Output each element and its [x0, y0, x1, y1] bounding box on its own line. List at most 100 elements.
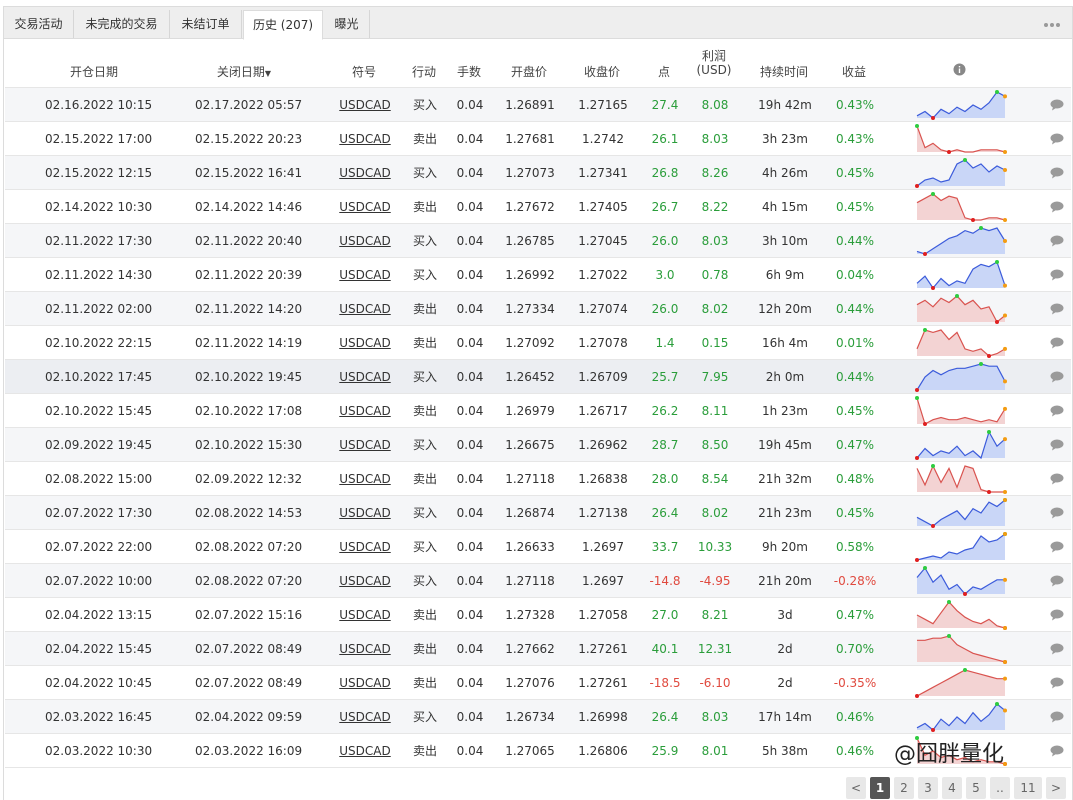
next-page-button[interactable]: > [1046, 777, 1066, 799]
comment-icon[interactable] [1050, 337, 1064, 349]
col-open-date[interactable]: 开仓日期 [44, 63, 144, 80]
col-gain[interactable]: 收益 [829, 63, 879, 80]
symbol-link[interactable]: USDCAD [335, 564, 395, 598]
col-lots[interactable]: 手数 [449, 63, 489, 80]
symbol-link[interactable]: USDCAD [335, 734, 395, 768]
trade-row[interactable]: 02.04.2022 13:15 02.07.2022 15:16 USDCAD 卖出… [5, 598, 1071, 632]
comment-icon[interactable] [1050, 711, 1064, 723]
trade-row[interactable]: 02.08.2022 15:00 02.09.2022 12:32 USDCAD 卖出… [5, 462, 1071, 496]
comment-icon[interactable] [1050, 371, 1064, 383]
page-11-button[interactable]: 11 [1014, 777, 1042, 799]
col-profit-label[interactable]: 利润 [692, 47, 736, 64]
col-close-date[interactable]: 关闭日期▼ [194, 63, 294, 80]
symbol-link[interactable]: USDCAD [335, 394, 395, 428]
sparkline-max-dot [955, 294, 959, 298]
col-duration[interactable]: 持续时间 [749, 63, 819, 80]
sparkline-end-dot [1003, 676, 1007, 681]
col-close-price[interactable]: 收盘价 [572, 63, 632, 80]
lots-cell: 0.04 [456, 710, 484, 724]
open-date-cell: 02.14.2022 10:30 [45, 200, 153, 214]
trade-row[interactable]: 02.03.2022 16:45 02.04.2022 09:59 USDCAD 买入… [5, 700, 1071, 734]
comment-icon[interactable] [1050, 575, 1064, 587]
tab-trading-activity[interactable]: 交易活动 [4, 10, 74, 38]
page-2-button[interactable]: 2 [894, 777, 914, 799]
page-4-button[interactable]: 4 [942, 777, 962, 799]
comment-icon[interactable] [1050, 99, 1064, 111]
symbol-link[interactable]: USDCAD [335, 292, 395, 326]
tab-open-orders[interactable]: 未结订单 [170, 10, 242, 38]
trade-row[interactable]: 02.15.2022 17:00 02.15.2022 20:23 USDCAD 卖出… [5, 122, 1071, 156]
more-options-icon[interactable] [1044, 16, 1064, 27]
comment-icon[interactable] [1050, 609, 1064, 621]
trade-row[interactable]: 02.14.2022 10:30 02.14.2022 14:46 USDCAD 卖出… [5, 190, 1071, 224]
symbol-link[interactable]: USDCAD [335, 224, 395, 258]
symbol-link[interactable]: USDCAD [335, 598, 395, 632]
profit-cell: 8.50 [701, 438, 729, 452]
trade-row[interactable]: 02.07.2022 10:00 02.08.2022 07:20 USDCAD 买入… [5, 564, 1071, 598]
page-5-button[interactable]: 5 [966, 777, 986, 799]
page-3-button[interactable]: 3 [918, 777, 938, 799]
trade-row[interactable]: 02.11.2022 02:00 02.11.2022 14:20 USDCAD 卖出… [5, 292, 1071, 326]
col-pips[interactable]: 点 [644, 63, 684, 80]
trade-row[interactable]: 02.09.2022 19:45 02.10.2022 15:30 USDCAD 买入… [5, 428, 1071, 462]
comment-icon[interactable] [1050, 541, 1064, 553]
trade-row[interactable]: 02.04.2022 10:45 02.07.2022 08:49 USDCAD 卖出… [5, 666, 1071, 700]
trade-row[interactable]: 02.15.2022 12:15 02.15.2022 16:41 USDCAD 买入… [5, 156, 1071, 190]
symbol-link[interactable]: USDCAD [335, 666, 395, 700]
sparkline-end-dot [1003, 313, 1007, 318]
comment-icon[interactable] [1050, 303, 1064, 315]
trade-row[interactable]: 02.11.2022 17:30 02.11.2022 20:40 USDCAD 买入… [5, 224, 1071, 258]
comment-icon[interactable] [1050, 405, 1064, 417]
comment-icon[interactable] [1050, 167, 1064, 179]
symbol-link[interactable]: USDCAD [335, 462, 395, 496]
comment-icon[interactable] [1050, 507, 1064, 519]
symbol-link[interactable]: USDCAD [335, 530, 395, 564]
trade-row[interactable]: 02.04.2022 15:45 02.07.2022 08:49 USDCAD 卖出… [5, 632, 1071, 666]
col-action[interactable]: 行动 [404, 63, 444, 80]
tab-history[interactable]: 历史 (207) [243, 10, 323, 40]
symbol-link[interactable]: USDCAD [335, 632, 395, 666]
symbol-link[interactable]: USDCAD [335, 496, 395, 530]
info-icon[interactable] [952, 63, 966, 79]
tab-exposure[interactable]: 曝光 [324, 10, 370, 38]
trade-sparkline [916, 294, 1007, 324]
comment-icon[interactable] [1050, 235, 1064, 247]
trade-row[interactable]: 02.07.2022 22:00 02.08.2022 07:20 USDCAD 买入… [5, 530, 1071, 564]
comment-icon[interactable] [1050, 201, 1064, 213]
comment-icon[interactable] [1050, 473, 1064, 485]
pips-cell: 40.1 [651, 642, 679, 656]
lots-cell: 0.04 [456, 302, 484, 316]
trade-row[interactable]: 02.10.2022 15:45 02.10.2022 17:08 USDCAD 卖出… [5, 394, 1071, 428]
comment-icon[interactable] [1050, 643, 1064, 655]
symbol-link[interactable]: USDCAD [335, 326, 395, 360]
pips-cell: 27.4 [651, 98, 679, 112]
symbol-link[interactable]: USDCAD [335, 360, 395, 394]
symbol-link[interactable]: USDCAD [335, 88, 395, 122]
comment-icon[interactable] [1050, 677, 1064, 689]
comment-icon[interactable] [1050, 133, 1064, 145]
pips-cell: 26.0 [651, 302, 679, 316]
col-symbol[interactable]: 符号 [334, 63, 394, 80]
symbol-link[interactable]: USDCAD [335, 258, 395, 292]
trade-row[interactable]: 02.07.2022 17:30 02.08.2022 14:53 USDCAD 买入… [5, 496, 1071, 530]
comment-icon[interactable] [1050, 439, 1064, 451]
comment-icon[interactable] [1050, 269, 1064, 281]
trade-row[interactable]: 02.11.2022 14:30 02.11.2022 20:39 USDCAD 买入… [5, 258, 1071, 292]
trade-row[interactable]: 02.16.2022 10:15 02.17.2022 05:57 USDCAD 买入… [5, 88, 1071, 122]
trade-row[interactable]: 02.10.2022 17:45 02.10.2022 19:45 USDCAD 买入… [5, 360, 1071, 394]
symbol-link[interactable]: USDCAD [335, 700, 395, 734]
comment-icon[interactable] [1050, 745, 1064, 757]
open-price-cell: 1.26675 [505, 438, 555, 452]
trade-row[interactable]: 02.10.2022 22:15 02.11.2022 14:19 USDCAD 卖出… [5, 326, 1071, 360]
symbol-link[interactable]: USDCAD [335, 190, 395, 224]
sparkline-min-dot [923, 252, 927, 256]
symbol-link[interactable]: USDCAD [335, 122, 395, 156]
symbol-link[interactable]: USDCAD [335, 428, 395, 462]
close-date-cell: 02.09.2022 12:32 [195, 472, 303, 486]
prev-page-button[interactable]: < [846, 777, 866, 799]
tab-open-trades[interactable]: 未完成的交易 [74, 10, 170, 38]
symbol-link[interactable]: USDCAD [335, 156, 395, 190]
open-date-cell: 02.08.2022 15:00 [45, 472, 153, 486]
page-1-button[interactable]: 1 [870, 777, 890, 799]
col-open-price[interactable]: 开盘价 [499, 63, 559, 80]
